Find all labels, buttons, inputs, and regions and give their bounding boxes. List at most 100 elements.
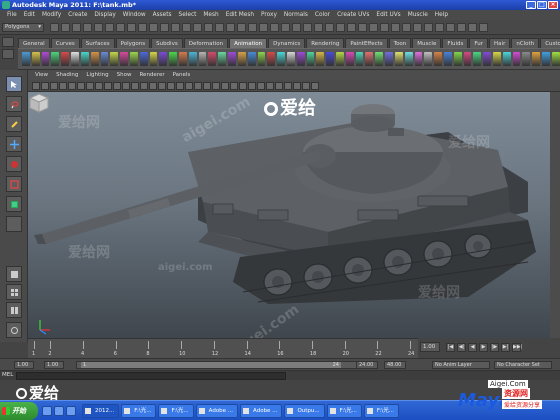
move-tool-button[interactable] (6, 136, 22, 152)
menu-item-mesh[interactable]: Mesh (200, 12, 221, 18)
panel-toolbar-icon[interactable] (167, 81, 175, 90)
status-line-icon[interactable] (204, 23, 213, 32)
range-slider[interactable]: 1 24 (76, 361, 366, 369)
taskbar-item[interactable]: 2012... (82, 403, 120, 418)
panel-toolbar-icon[interactable] (212, 81, 220, 90)
shelf-tool-icon[interactable] (277, 52, 285, 66)
shelf-tool-icon[interactable] (336, 52, 344, 66)
shelf-tool-icon[interactable] (306, 52, 315, 66)
menu-item-window[interactable]: Window (120, 12, 149, 18)
shelf-tool-icon[interactable] (267, 52, 276, 66)
playback-button[interactable]: ▶▶| (512, 343, 522, 352)
panel-menu-renderer[interactable]: Renderer (136, 72, 167, 78)
panel-toolbar-icon[interactable] (86, 81, 94, 90)
quick-launch-icon[interactable] (54, 405, 64, 416)
shelf-tab-muscle[interactable]: Muscle (412, 38, 442, 48)
status-line-icon[interactable] (446, 23, 455, 32)
shelf-tab-ncloth[interactable]: nCloth (511, 38, 540, 48)
panel-toolbar-icon[interactable] (266, 81, 274, 90)
single-layout-button[interactable] (6, 266, 22, 282)
shelf-tool-icon[interactable] (512, 52, 521, 66)
current-frame-field[interactable]: 1.00 (420, 342, 440, 352)
status-line-icon[interactable] (347, 23, 356, 32)
panel-menu-show[interactable]: Show (114, 72, 135, 78)
panel-toolbar-icon[interactable] (149, 81, 157, 90)
shelf-tool-icon[interactable] (80, 52, 89, 66)
shelf-tab-curves[interactable]: Curves (50, 38, 80, 48)
hypershade-layout-button[interactable] (6, 322, 22, 338)
shelf-tool-icon[interactable] (22, 52, 30, 66)
panel-toolbar-icon[interactable] (311, 81, 319, 90)
menu-item-normals[interactable]: Normals (281, 12, 311, 18)
status-line-icon[interactable] (358, 23, 367, 32)
maximize-button[interactable]: □ (537, 1, 547, 9)
status-line-icon[interactable] (391, 23, 400, 32)
playback-start-field[interactable]: 1.00 (44, 361, 64, 369)
panel-toolbar-icon[interactable] (68, 81, 76, 90)
status-line-icon[interactable] (479, 23, 488, 32)
shelf-tab-polygons[interactable]: Polygons (115, 38, 151, 48)
menu-item-assets[interactable]: Assets (150, 12, 175, 18)
shelf-tool-icon[interactable] (120, 52, 128, 66)
status-line-icon[interactable] (138, 23, 147, 32)
panel-menu-view[interactable]: View (32, 72, 51, 78)
status-line-icon[interactable] (281, 23, 290, 32)
status-line-icon[interactable] (116, 23, 125, 32)
shelf-tool-icon[interactable] (247, 52, 256, 66)
shelf-tabs-icon[interactable] (2, 49, 14, 59)
shelf-tool-icon[interactable] (542, 52, 550, 66)
menu-set-dropdown[interactable]: Polygons ▾ (2, 23, 44, 32)
shelf-tool-icon[interactable] (502, 52, 511, 66)
panel-toolbar-icon[interactable] (302, 81, 310, 90)
scale-tool-button[interactable] (6, 176, 22, 192)
panel-toolbar-icon[interactable] (176, 81, 184, 90)
menu-item-help[interactable]: Help (432, 12, 451, 18)
select-tool-button[interactable] (6, 76, 22, 92)
shelf-tool-icon[interactable] (424, 52, 433, 66)
panel-toolbar-icon[interactable] (158, 81, 166, 90)
playback-button[interactable]: ▶| (501, 343, 510, 352)
panel-toolbar-icon[interactable] (203, 81, 211, 90)
status-line-icon[interactable] (72, 23, 81, 32)
panel-toolbar-icon[interactable] (41, 81, 49, 90)
shelf-tool-icon[interactable] (473, 52, 482, 66)
status-line-icon[interactable] (314, 23, 323, 32)
status-line-icon[interactable] (413, 23, 422, 32)
status-line-icon[interactable] (468, 23, 477, 32)
status-line-icon[interactable] (424, 23, 433, 32)
taskbar-item[interactable]: Outpu... (284, 403, 325, 418)
shelf-tool-icon[interactable] (169, 52, 177, 66)
shelf-tool-icon[interactable] (71, 52, 79, 66)
minimize-button[interactable]: _ (526, 1, 536, 9)
panel-toolbar-icon[interactable] (122, 81, 130, 90)
shelf-tool-icon[interactable] (532, 52, 541, 66)
shelf-tool-icon[interactable] (198, 52, 207, 66)
playback-button[interactable]: ◀ (468, 343, 477, 352)
manipulator-tool-button[interactable] (6, 196, 22, 212)
shelf-tool-icon[interactable] (345, 52, 354, 66)
shelf-tool-icon[interactable] (365, 52, 374, 66)
panel-toolbar-icon[interactable] (293, 81, 301, 90)
shelf-tool-icon[interactable] (31, 52, 40, 66)
menu-item-file[interactable]: File (4, 12, 20, 18)
close-button[interactable]: × (548, 1, 558, 9)
shelf-tab-fluids[interactable]: Fluids (442, 38, 469, 48)
menu-item-modify[interactable]: Modify (39, 12, 64, 18)
status-line-icon[interactable] (402, 23, 411, 32)
panel-toolbar-icon[interactable] (284, 81, 292, 90)
shelf-tool-icon[interactable] (129, 52, 138, 66)
taskbar-item[interactable]: F:\光... (158, 403, 194, 418)
quick-launch-icon[interactable] (42, 405, 52, 416)
menu-item-edit[interactable]: Edit (21, 12, 38, 18)
shelf-tool-icon[interactable] (551, 52, 560, 66)
command-input[interactable] (16, 372, 286, 380)
shelf-tab-rendering[interactable]: Rendering (306, 38, 345, 48)
viewcube-icon[interactable] (28, 92, 50, 114)
shelf-tool-icon[interactable] (326, 52, 334, 66)
status-line-icon[interactable] (369, 23, 378, 32)
shelf-tool-icon[interactable] (522, 52, 531, 66)
shelf-tool-icon[interactable] (188, 52, 197, 66)
panel-toolbar-icon[interactable] (275, 81, 283, 90)
status-line-icon[interactable] (193, 23, 202, 32)
panel-menu-lighting[interactable]: Lighting (83, 72, 111, 78)
